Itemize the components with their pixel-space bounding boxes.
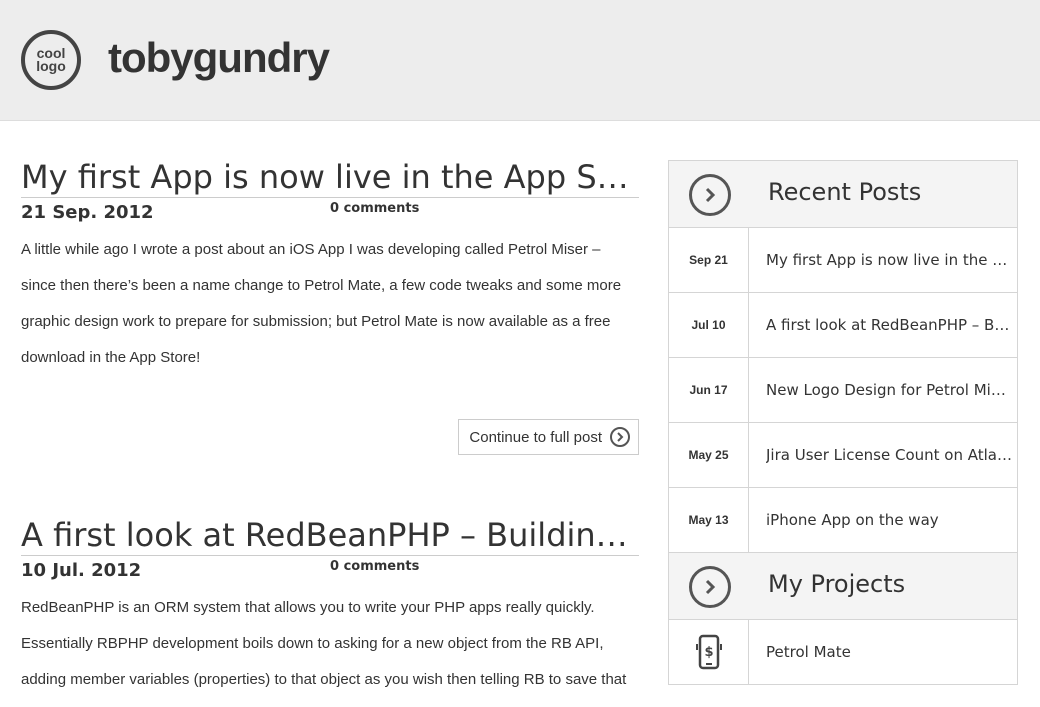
post-meta: 10 Jul. 2012 0 comments: [21, 556, 639, 586]
recent-post-date: Jun 17: [669, 358, 749, 422]
project-item[interactable]: $ Petrol Mate: [669, 620, 1017, 685]
project-title[interactable]: Petrol Mate: [766, 643, 1012, 661]
recent-post-link[interactable]: My first App is now live in the App Stor…: [749, 228, 1017, 292]
post-excerpt: RedBeanPHP is an ORM system that allows …: [21, 599, 627, 688]
my-projects-title: My Projects: [768, 570, 906, 598]
post-date: 21 Sep. 2012: [21, 202, 154, 223]
site-logo[interactable]: cool logo: [21, 30, 81, 90]
recent-post-date: Sep 21: [669, 228, 749, 292]
project-link[interactable]: Petrol Mate: [749, 620, 1017, 684]
recent-post-item[interactable]: May 13 iPhone App on the way: [669, 488, 1017, 553]
chevron-right-icon: [689, 174, 731, 216]
recent-post-title[interactable]: A first look at RedBeanPHP – Building ap…: [766, 316, 1012, 334]
recent-post-date: May 13: [669, 488, 749, 552]
logo-line2: logo: [36, 58, 66, 74]
recent-post-title[interactable]: My first App is now live in the App Stor…: [766, 251, 1012, 269]
recent-post-item[interactable]: Sep 21 My first App is now live in the A…: [669, 228, 1017, 293]
post-comments-link[interactable]: 0 comments: [330, 559, 419, 574]
site-title[interactable]: tobygundry: [108, 34, 330, 82]
post: My first App is now live in the App Stor…: [21, 157, 639, 455]
post-title[interactable]: My first App is now live in the App Stor…: [21, 157, 639, 198]
recent-post-link[interactable]: New Logo Design for Petrol Miser: [749, 358, 1017, 422]
post-title[interactable]: A first look at RedBeanPHP – Building ap…: [21, 515, 639, 556]
post: A first look at RedBeanPHP – Building ap…: [21, 515, 639, 698]
sidebar: Recent Posts Sep 21 My first App is now …: [668, 160, 1018, 685]
recent-post-title[interactable]: iPhone App on the way: [766, 511, 1012, 529]
recent-post-item[interactable]: Jun 17 New Logo Design for Petrol Miser: [669, 358, 1017, 423]
post-comments-link[interactable]: 0 comments: [330, 201, 419, 216]
recent-post-link[interactable]: iPhone App on the way: [749, 488, 1017, 552]
site-header: cool logo tobygundry: [0, 0, 1040, 121]
svg-text:$: $: [704, 645, 713, 660]
continue-reading-button[interactable]: Continue to full post: [458, 419, 639, 455]
recent-post-link[interactable]: Jira User License Count on Atlassian OnD…: [749, 423, 1017, 487]
phone-dollar-icon: $: [669, 620, 749, 684]
recent-post-title[interactable]: New Logo Design for Petrol Miser: [766, 381, 1012, 399]
post-meta: 21 Sep. 2012 0 comments: [21, 198, 639, 228]
recent-post-item[interactable]: May 25 Jira User License Count on Atlass…: [669, 423, 1017, 488]
post-date: 10 Jul. 2012: [21, 560, 142, 581]
recent-post-item[interactable]: Jul 10 A first look at RedBeanPHP – Buil…: [669, 293, 1017, 358]
chevron-right-icon: [689, 566, 731, 608]
recent-post-date: Jul 10: [669, 293, 749, 357]
continue-label: Continue to full post: [469, 428, 602, 446]
post-excerpt: A little while ago I wrote a post about …: [21, 241, 622, 366]
my-projects-header: My Projects: [669, 553, 1017, 620]
recent-post-title[interactable]: Jira User License Count on Atlassian OnD…: [766, 446, 1012, 464]
recent-post-link[interactable]: A first look at RedBeanPHP – Building ap…: [749, 293, 1017, 357]
recent-posts-header: Recent Posts: [669, 161, 1017, 228]
recent-post-date: May 25: [669, 423, 749, 487]
recent-posts-title: Recent Posts: [768, 178, 922, 206]
chevron-right-icon: [610, 427, 630, 447]
